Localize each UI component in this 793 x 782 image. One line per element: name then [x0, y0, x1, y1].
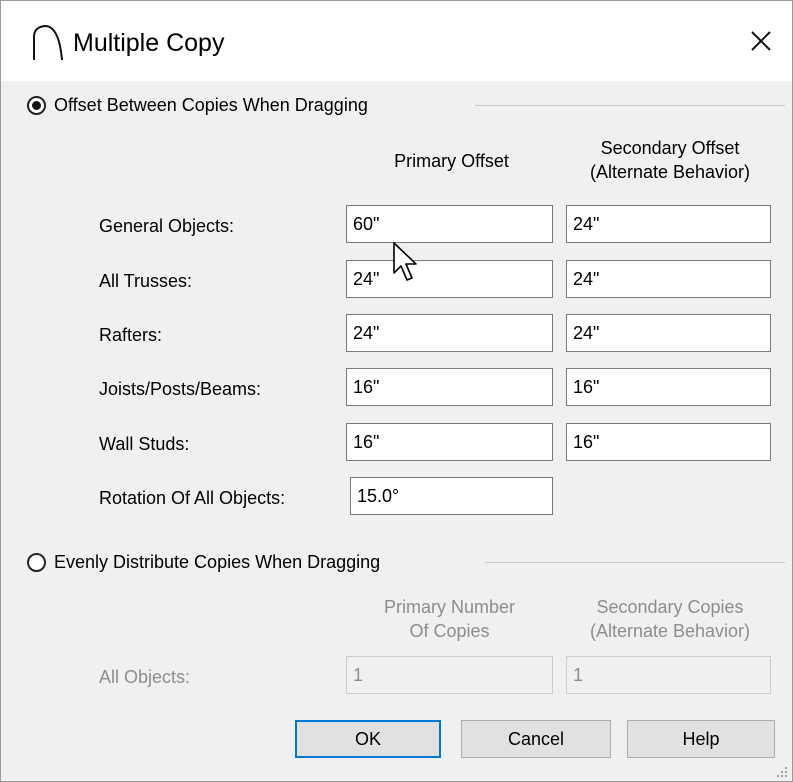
- section-divider: [475, 105, 785, 106]
- joists-posts-beams-secondary-input[interactable]: 16": [566, 368, 771, 406]
- distribute-radio[interactable]: [27, 553, 46, 572]
- wall-studs-label: Wall Studs:: [99, 434, 190, 454]
- rafters-primary-input[interactable]: 24": [346, 314, 553, 352]
- close-button[interactable]: [739, 19, 783, 63]
- all-objects-label: All Objects:: [99, 667, 191, 687]
- multiple-copy-dialog: Multiple Copy Offset Between Copies When…: [0, 0, 793, 782]
- joists-posts-beams-primary-input[interactable]: 16": [346, 368, 553, 406]
- general-objects-label: General Objects:: [99, 216, 235, 236]
- general-objects-secondary-input[interactable]: 24": [566, 205, 771, 243]
- mouse-cursor-icon: [393, 242, 417, 281]
- section-divider: [485, 562, 785, 563]
- help-button[interactable]: Help: [627, 720, 775, 758]
- primary-copies-header: Primary Number Of Copies: [383, 597, 516, 641]
- rafters-label: Rafters:: [99, 325, 163, 345]
- rotation-label: Rotation Of All Objects:: [99, 488, 286, 508]
- all-trusses-primary-input[interactable]: 24": [346, 260, 553, 298]
- secondary-copies-input[interactable]: 1: [566, 656, 771, 694]
- offset-radio[interactable]: [27, 96, 46, 115]
- cancel-button[interactable]: Cancel: [461, 720, 611, 758]
- title-bar: Multiple Copy: [1, 1, 792, 81]
- primary-offset-header: Primary Offset: [394, 151, 509, 171]
- distribute-section-label: Evenly Distribute Copies When Dragging: [54, 552, 381, 572]
- secondary-copies-header: Secondary Copies (Alternate Behavior): [589, 597, 751, 641]
- resize-grip-icon[interactable]: [773, 763, 789, 779]
- secondary-offset-header: Secondary Offset (Alternate Behavior): [589, 138, 751, 182]
- all-trusses-label: All Trusses:: [99, 271, 193, 291]
- window-title: Multiple Copy: [73, 29, 225, 57]
- wall-studs-primary-input[interactable]: 16": [346, 423, 553, 461]
- joists-posts-beams-label: Joists/Posts/Beams:: [99, 379, 262, 399]
- general-objects-primary-input[interactable]: 60": [346, 205, 553, 243]
- rotation-input[interactable]: 15.0°: [350, 477, 553, 515]
- close-icon: [751, 31, 771, 51]
- rafters-secondary-input[interactable]: 24": [566, 314, 771, 352]
- all-trusses-secondary-input[interactable]: 24": [566, 260, 771, 298]
- offset-section-label: Offset Between Copies When Dragging: [54, 95, 368, 115]
- wall-studs-secondary-input[interactable]: 16": [566, 423, 771, 461]
- primary-copies-input[interactable]: 1: [346, 656, 553, 694]
- arch-icon: [33, 24, 63, 61]
- distribute-radio-option[interactable]: Evenly Distribute Copies When Dragging: [27, 552, 380, 573]
- ok-button[interactable]: OK: [295, 720, 441, 758]
- offset-radio-option[interactable]: Offset Between Copies When Dragging: [27, 95, 368, 116]
